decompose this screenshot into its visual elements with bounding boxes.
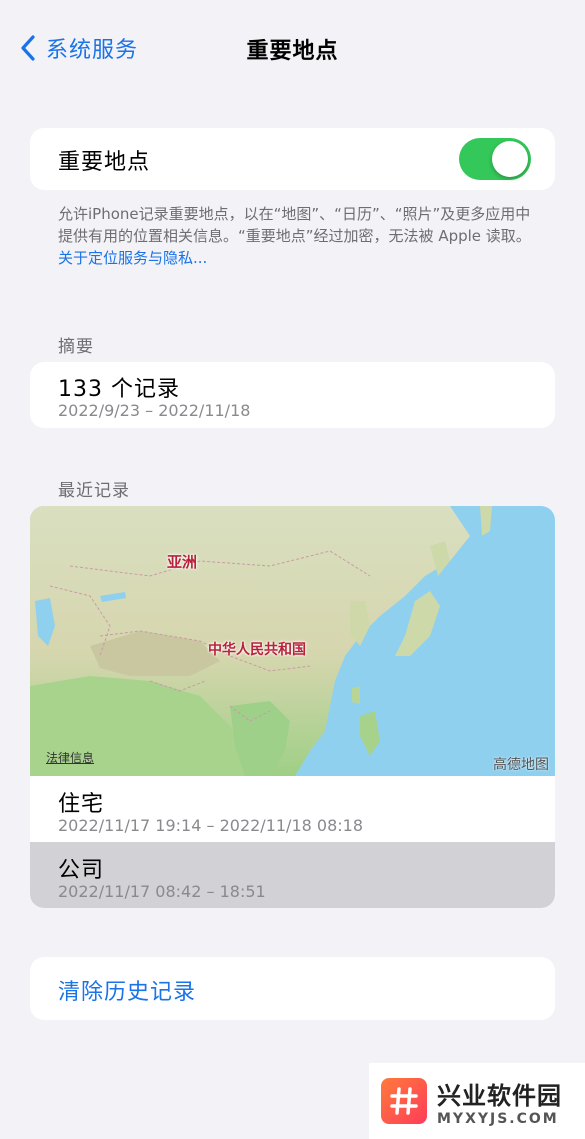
summary-card: 133 个记录 2022/9/23 – 2022/11/18	[30, 362, 555, 428]
switch-knob	[492, 141, 528, 177]
location-name: 公司	[58, 858, 105, 883]
footnote-text: 允许iPhone记录重要地点，以在“地图”、“日历”、“照片”及更多应用中提供有…	[58, 205, 531, 245]
map-provider-logo: 高德地图	[493, 757, 549, 773]
location-row-home[interactable]: 住宅 2022/11/17 19:14 – 2022/11/18 08:18	[30, 776, 555, 842]
privacy-footnote: 允许iPhone记录重要地点，以在“地图”、“日历”、“照片”及更多应用中提供有…	[58, 203, 538, 269]
significant-locations-switch[interactable]	[459, 138, 531, 180]
watermark-title: 兴业软件园	[437, 1081, 562, 1110]
location-time: 2022/11/17 19:14 – 2022/11/18 08:18	[58, 816, 363, 835]
summary-header: 摘要	[58, 337, 94, 357]
map-view[interactable]: 亚洲 中华人民共和国 法律信息 高德地图	[30, 506, 555, 776]
watermark-subtitle: MYXYJS.COM	[437, 1110, 559, 1127]
privacy-link[interactable]: 关于定位服务与隐私...	[58, 247, 538, 269]
map-label-asia: 亚洲	[167, 553, 198, 571]
record-range: 2022/9/23 – 2022/11/18	[58, 401, 251, 420]
map-legal-link[interactable]: 法律信息	[46, 749, 94, 766]
significant-locations-page: 系统服务 重要地点 重要地点 允许iPhone记录重要地点，以在“地图”、“日历…	[0, 0, 585, 1139]
toggle-label: 重要地点	[58, 150, 151, 175]
record-count: 133 个记录	[58, 377, 180, 402]
location-row-work[interactable]: 公司 2022/11/17 08:42 – 18:51	[30, 842, 555, 908]
map-label-china: 中华人民共和国	[208, 642, 306, 658]
clear-history-button[interactable]: 清除历史记录	[30, 957, 555, 1020]
location-name: 住宅	[58, 792, 105, 817]
page-title: 重要地点	[246, 39, 339, 64]
hash-logo-icon	[381, 1078, 427, 1124]
significant-locations-toggle-row: 重要地点	[30, 128, 555, 190]
clear-history-label: 清除历史记录	[58, 980, 197, 1005]
recent-records-card: 亚洲 中华人民共和国 法律信息 高德地图 住宅 2022/11/17 19:14…	[30, 506, 555, 908]
watermark: 兴业软件园 MYXYJS.COM	[369, 1063, 585, 1139]
recent-header: 最近记录	[58, 481, 130, 501]
navigation-bar: 系统服务 重要地点	[0, 0, 585, 95]
location-time: 2022/11/17 08:42 – 18:51	[58, 882, 266, 901]
